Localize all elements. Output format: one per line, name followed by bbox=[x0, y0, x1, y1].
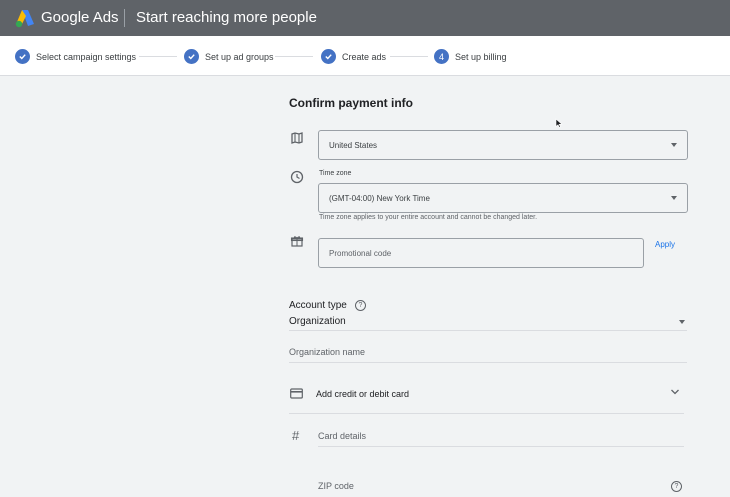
timezone-hint: Time zone applies to your entire account… bbox=[319, 214, 538, 221]
step-label: Set up billing bbox=[455, 51, 507, 62]
card-divider bbox=[289, 413, 684, 414]
page-heading: Start reaching more people bbox=[136, 9, 317, 26]
topbar-divider bbox=[124, 9, 125, 27]
account-type-label: Account type bbox=[289, 300, 347, 311]
step-label: Create ads bbox=[342, 51, 387, 62]
step-number: 4 bbox=[434, 49, 449, 64]
add-card-label[interactable]: Add credit or debit card bbox=[316, 389, 409, 399]
mouse-pointer-icon bbox=[555, 118, 563, 128]
caret-down-icon bbox=[671, 143, 677, 147]
apply-button[interactable]: Apply bbox=[655, 240, 675, 249]
check-icon bbox=[321, 49, 336, 64]
caret-down-icon bbox=[671, 196, 677, 200]
top-bar: Google Ads Start reaching more people bbox=[0, 0, 730, 36]
card-details-underline bbox=[318, 446, 684, 447]
map-icon bbox=[291, 132, 303, 144]
zip-code-input[interactable]: ZIP code bbox=[318, 481, 354, 491]
account-type-value[interactable]: Organization bbox=[289, 316, 346, 327]
brand-name: Google Ads bbox=[41, 9, 119, 26]
step-connector bbox=[139, 56, 177, 57]
step-connector bbox=[390, 56, 428, 57]
organization-name-input[interactable]: Organization name bbox=[289, 347, 365, 357]
check-icon bbox=[184, 49, 199, 64]
step-set-up-ad-groups[interactable]: Set up ad groups bbox=[184, 49, 274, 64]
hash-icon: # bbox=[292, 428, 300, 443]
promo-code-input[interactable]: Promotional code bbox=[318, 238, 644, 268]
clock-icon bbox=[290, 170, 304, 184]
timezone-select[interactable]: (GMT-04:00) New York Time bbox=[318, 183, 688, 213]
check-icon bbox=[15, 49, 30, 64]
help-icon[interactable]: ? bbox=[355, 300, 366, 311]
step-label: Set up ad groups bbox=[205, 51, 274, 62]
help-icon[interactable]: ? bbox=[671, 481, 682, 492]
step-create-ads[interactable]: Create ads bbox=[321, 49, 386, 64]
timezone-value: (GMT-04:00) New York Time bbox=[329, 193, 430, 203]
organization-name-underline bbox=[289, 362, 687, 363]
section-title: Confirm payment info bbox=[289, 96, 414, 110]
step-connector bbox=[275, 56, 313, 57]
country-select[interactable]: United States bbox=[318, 130, 688, 160]
gift-icon bbox=[290, 236, 304, 247]
account-type-underline bbox=[289, 330, 687, 331]
card-details-input[interactable]: Card details bbox=[318, 431, 366, 441]
timezone-label: Time zone bbox=[319, 170, 352, 177]
credit-card-icon bbox=[290, 388, 303, 399]
google-ads-logo-icon[interactable] bbox=[14, 8, 36, 28]
caret-down-icon[interactable] bbox=[679, 320, 685, 324]
chevron-down-icon[interactable] bbox=[670, 388, 680, 396]
progress-stepper: Select campaign settings Set up ad group… bbox=[0, 36, 730, 76]
step-label: Select campaign settings bbox=[36, 51, 137, 62]
step-select-campaign-settings[interactable]: Select campaign settings bbox=[15, 49, 136, 64]
step-set-up-billing[interactable]: 4 Set up billing bbox=[434, 49, 507, 64]
country-value: United States bbox=[329, 140, 378, 150]
